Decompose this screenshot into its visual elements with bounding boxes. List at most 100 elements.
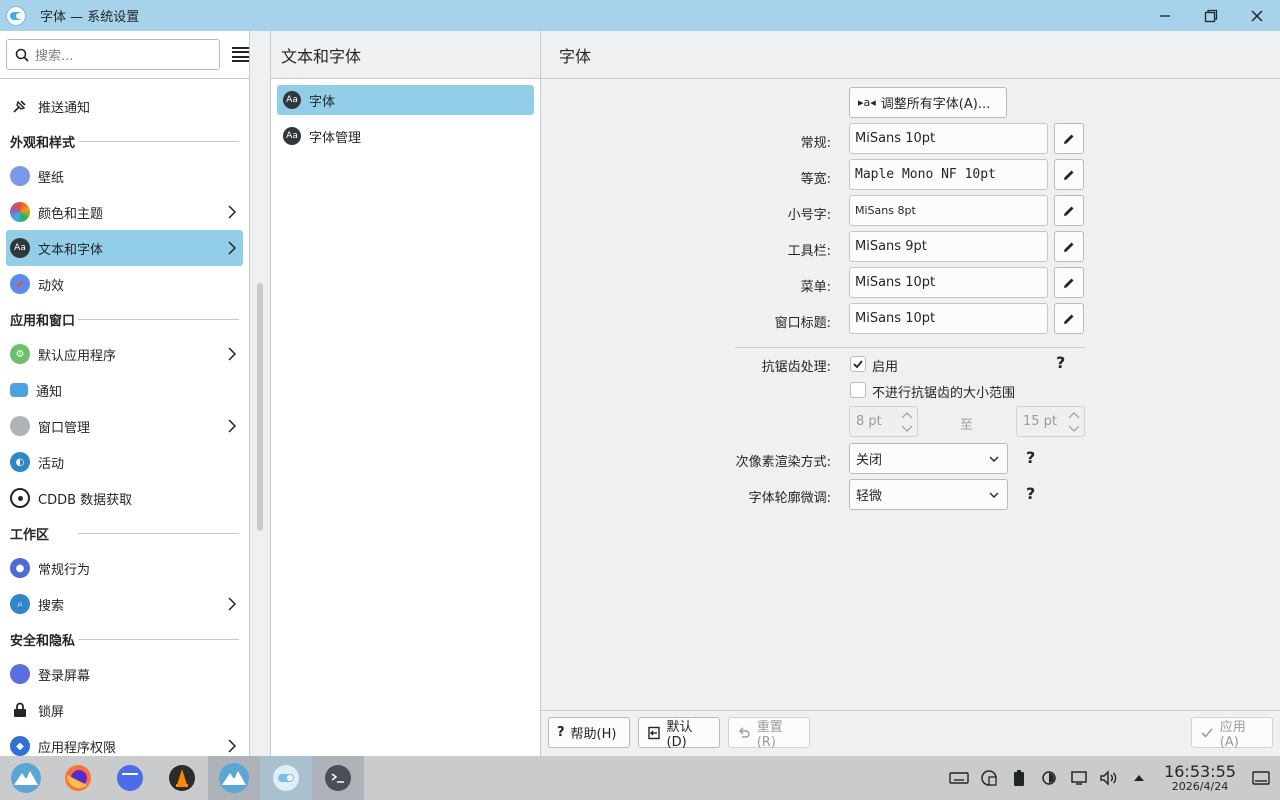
taskbar-app-launcher-2[interactable]: [208, 756, 260, 800]
show-desktop-button[interactable]: [1246, 756, 1276, 800]
adjust-all-fonts-button[interactable]: ▸a◂ 调整所有字体(A)...: [849, 87, 1007, 118]
chevron-right-icon: [228, 241, 237, 255]
pencil-icon: [1064, 314, 1074, 324]
chevron-right-icon: [228, 347, 237, 361]
subpixel-select[interactable]: 关闭: [849, 443, 1008, 474]
sidebar-item-animation[interactable]: 动效: [6, 266, 243, 302]
minimize-icon: [1160, 14, 1170, 17]
subcategory-label: 字体管理: [309, 130, 362, 146]
sidebar-item-label: 登录屏幕: [38, 668, 91, 684]
wallpaper-icon: [10, 166, 30, 186]
lock-icon: [10, 700, 30, 720]
sidebar-item-label: 锁屏: [38, 704, 65, 720]
sidebar-item-default-apps[interactable]: ⚙ 默认应用程序: [6, 336, 243, 372]
page-title: 字体: [541, 31, 1280, 79]
range-to-label: 至: [960, 418, 974, 433]
sidebar-item-search[interactable]: ⌕ 搜索: [6, 586, 243, 622]
hamburger-menu-button[interactable]: [231, 46, 249, 63]
edit-font-menu-button[interactable]: [1054, 267, 1084, 298]
chevron-down-icon: [989, 492, 999, 498]
help-button[interactable]: ? 帮助(H): [548, 717, 630, 748]
tray-clipboard-monitor[interactable]: [974, 756, 1004, 800]
sidebar-item-label: 常规行为: [38, 562, 91, 578]
hinting-select[interactable]: 轻微: [849, 479, 1008, 510]
taskbar-app-firefox[interactable]: [52, 756, 104, 800]
kde-launcher-icon: [219, 763, 249, 793]
sidebar-item-lock-screen[interactable]: 锁屏: [6, 692, 243, 728]
edit-font-toolbar-button[interactable]: [1054, 231, 1084, 262]
subpixel-help-icon[interactable]: ?: [1026, 448, 1035, 467]
exclude-range-checkbox[interactable]: [850, 382, 866, 398]
system-settings-icon: [6, 5, 26, 26]
tray-keyboard[interactable]: [944, 756, 974, 800]
taskbar-app-launcher[interactable]: [0, 756, 52, 800]
sidebar-item-notifications[interactable]: 通知: [6, 372, 243, 408]
subpixel-label: 次像素渲染方式:: [735, 455, 831, 470]
title-bar: 字体 — 系统设置: [0, 0, 1280, 31]
taskbar-app-vlc[interactable]: [156, 756, 208, 800]
pencil-icon: [1064, 170, 1074, 180]
sidebar-item-login-screen[interactable]: 登录屏幕: [6, 656, 243, 692]
sidebar-item-label: 壁纸: [38, 170, 65, 186]
tray-display[interactable]: [1064, 756, 1094, 800]
notifications-icon: [10, 383, 28, 397]
edit-font-fixed-button[interactable]: [1054, 159, 1084, 190]
subcategory-item-fonts[interactable]: Aa 字体: [277, 85, 534, 115]
font-label-toolbar: 工具栏:: [787, 244, 831, 259]
taskbar-app-terminal[interactable]: [312, 756, 364, 800]
subcategory-label: 字体: [309, 94, 336, 110]
subcategory-item-font-management[interactable]: Aa 字体管理: [277, 121, 534, 151]
taskbar-app-files[interactable]: [104, 756, 156, 800]
sidebar-item-fonts[interactable]: Aa 文本和字体: [6, 230, 243, 266]
antialias-help-icon[interactable]: ?: [1056, 353, 1065, 372]
sidebar-item-window-management[interactable]: 窗口管理: [6, 408, 243, 444]
sidebar-item-label: 通知: [36, 384, 63, 400]
sidebar-item-label: 搜索: [38, 598, 65, 614]
search-input[interactable]: 搜索...: [6, 39, 220, 70]
pencil-icon: [1064, 206, 1074, 216]
tray-brightness[interactable]: [1034, 756, 1064, 800]
animation-icon: [10, 274, 30, 294]
spin-arrows-icon: [901, 412, 913, 432]
tray-volume[interactable]: [1094, 756, 1124, 800]
sidebar-item-label: 窗口管理: [38, 420, 91, 436]
font-label-small: 小号字:: [787, 208, 831, 223]
pencil-icon: [1064, 242, 1074, 252]
tray-expand-button[interactable]: [1124, 756, 1154, 800]
taskbar-app-system-settings[interactable]: [260, 756, 312, 800]
brightness-icon: [1042, 771, 1056, 785]
edit-font-window-title-button[interactable]: [1054, 303, 1084, 334]
clock[interactable]: 16:53:55 2026/4/24: [1160, 763, 1240, 793]
sidebar-item-colors[interactable]: 颜色和主题: [6, 194, 243, 230]
minimize-button[interactable]: [1142, 0, 1188, 31]
apply-button[interactable]: 应用(A): [1191, 717, 1273, 750]
app-permissions-icon: ◆: [10, 736, 30, 756]
window-title: 字体 — 系统设置: [40, 10, 140, 25]
defaults-button[interactable]: 默认(D): [638, 717, 720, 750]
vlc-icon: [169, 765, 195, 791]
sidebar-item-push-notification[interactable]: 推送通知: [6, 88, 243, 124]
reset-button[interactable]: 重置(R): [728, 717, 810, 750]
hinting-help-icon[interactable]: ?: [1026, 484, 1035, 503]
edit-font-general-button[interactable]: [1054, 123, 1084, 154]
sidebar-item-cddb[interactable]: CDDB 数据获取: [6, 480, 243, 516]
maximize-button[interactable]: [1188, 0, 1234, 31]
tray-battery[interactable]: [1004, 756, 1034, 800]
sidebar-item-wallpaper[interactable]: 壁纸: [6, 158, 243, 194]
keyboard-icon: [949, 772, 969, 784]
subcategory-title: 文本和字体: [271, 31, 540, 79]
antialias-enable-checkbox[interactable]: [850, 356, 866, 372]
search-placeholder: 搜索...: [35, 49, 74, 64]
sidebar-item-general-behavior[interactable]: ● 常规行为: [6, 550, 243, 586]
subcategory-panel: 文本和字体 Aa 字体 Aa 字体管理: [270, 31, 541, 756]
sidebar-scrollbar[interactable]: [257, 283, 263, 531]
sidebar-item-activities[interactable]: ◐ 活动: [6, 444, 243, 480]
window-management-icon: [10, 416, 30, 436]
chevron-right-icon: [228, 597, 237, 611]
checkmark-icon: [853, 360, 863, 369]
search-settings-icon: ⌕: [10, 594, 30, 614]
close-button[interactable]: [1234, 0, 1280, 31]
exclude-to-spinbox: 15 pt: [1016, 406, 1085, 437]
sidebar-item-label: 活动: [38, 456, 65, 472]
edit-font-small-button[interactable]: [1054, 195, 1084, 226]
